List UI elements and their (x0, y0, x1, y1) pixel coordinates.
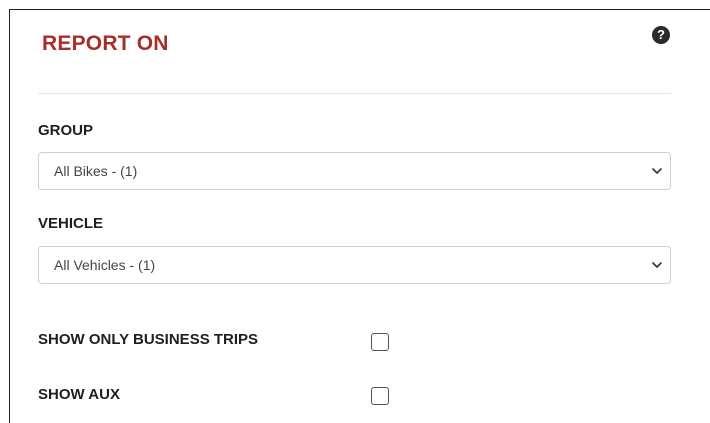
chevron-down-icon (652, 262, 662, 268)
chevron-down-icon (652, 168, 662, 174)
help-question-icon[interactable]: ? (652, 26, 670, 44)
show-aux-checkbox[interactable] (371, 387, 389, 405)
group-select-value: All Bikes - (1) (54, 163, 138, 179)
business-trips-checkbox[interactable] (371, 333, 389, 351)
business-trips-label: SHOW ONLY BUSINESS TRIPS (38, 331, 259, 348)
section-title: REPORT ON (42, 32, 169, 55)
show-aux-label: SHOW AUX (38, 386, 120, 403)
vehicle-label: VEHICLE (38, 215, 104, 232)
group-label: GROUP (38, 122, 94, 139)
vehicle-select[interactable]: All Vehicles - (1) (38, 246, 671, 284)
report-on-panel: REPORT ON ? GROUP All Bikes - (1) VEHICL… (9, 9, 710, 423)
vehicle-select-value: All Vehicles - (1) (54, 257, 156, 273)
group-select[interactable]: All Bikes - (1) (38, 152, 671, 190)
section-divider (38, 93, 671, 94)
